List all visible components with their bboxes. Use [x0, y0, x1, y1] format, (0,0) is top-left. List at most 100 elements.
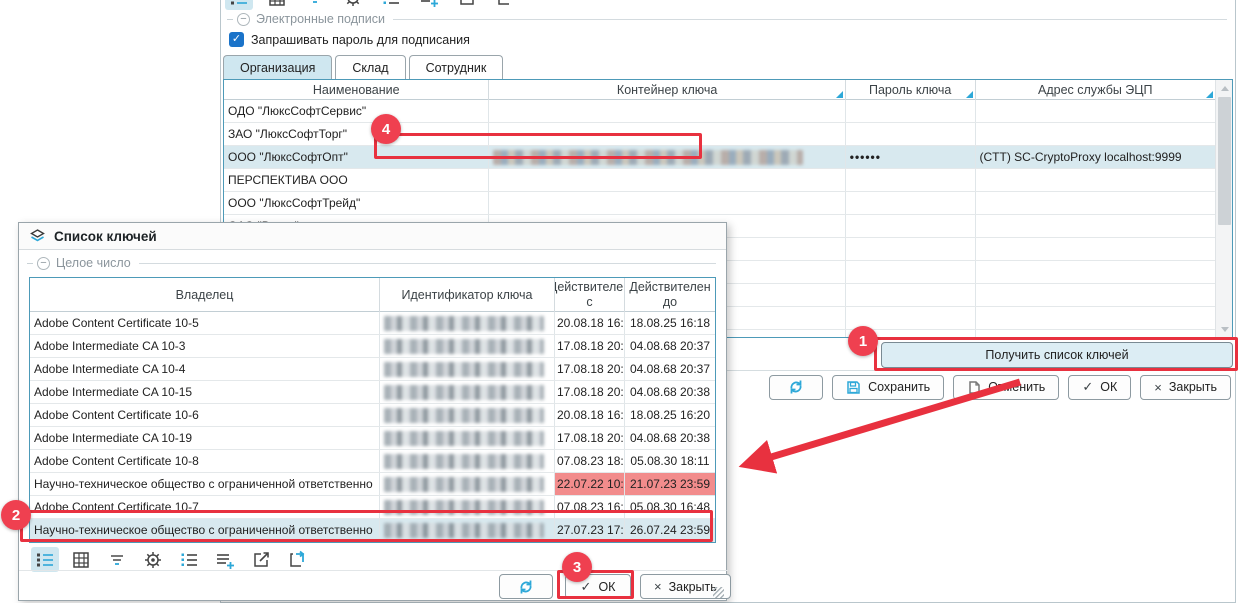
reload-icon[interactable] [283, 547, 311, 572]
vertical-scrollbar[interactable] [1215, 80, 1232, 337]
owner-cell: Adobe Intermediate CA 10-4 [30, 358, 380, 380]
group-label: Электронные подписи [256, 12, 385, 26]
dialog-toolbar [31, 547, 311, 572]
org-name: ПЕРСПЕКТИВА ООО [224, 169, 489, 191]
owner-cell: Adobe Content Certificate 10-8 [30, 450, 380, 472]
esign-address-cell: (CTT) SC-CryptoProxy localhost:9999 [976, 146, 1216, 168]
key-row[interactable]: Adobe Content Certificate 10-6 20.08.18 … [30, 404, 715, 427]
owner-cell: Adobe Intermediate CA 10-15 [30, 381, 380, 403]
collapse-icon[interactable]: − [37, 257, 50, 270]
key-row[interactable]: Adobe Intermediate CA 10-4 17.08.18 20:3… [30, 358, 715, 381]
key-id-cell [380, 404, 555, 426]
key-password-cell: •••••• [846, 146, 976, 168]
filter-icon[interactable] [103, 547, 131, 572]
key-id-cell [380, 473, 555, 495]
tab-bar: Организация Склад Сотрудник [223, 55, 503, 79]
valid-from-cell: 07.08.23 18:11 [555, 450, 625, 472]
add-row-icon[interactable] [415, 0, 443, 10]
reload-icon[interactable] [491, 0, 519, 10]
ok-button[interactable]: ✓ОК [1068, 375, 1131, 400]
close-button[interactable]: ×Закрыть [1140, 375, 1231, 400]
layers-icon [29, 228, 46, 244]
highlight-rect-selected-key-row [20, 510, 713, 542]
col-header-address[interactable]: Адрес службы ЭЦП [976, 80, 1216, 100]
col-header-container[interactable]: Контейнер ключа [489, 80, 845, 100]
settings-gear-icon[interactable] [139, 547, 167, 572]
checkbox-checked-icon[interactable]: ✓ [229, 32, 244, 47]
tab-employee[interactable]: Сотрудник [409, 55, 504, 79]
col-header-valid-from[interactable]: Действителен с [555, 278, 625, 312]
org-name: ОДО "ЛюксСофтСервис" [224, 100, 489, 122]
list-view-icon[interactable] [31, 547, 59, 572]
valid-from-cell: 17.08.18 20:37 [555, 335, 625, 357]
checkbox-label: Запрашивать пароль для подписания [251, 33, 470, 47]
valid-to-cell: 04.08.68 20:38 [625, 427, 715, 449]
col-header-valid-to[interactable]: Действителен до [625, 278, 715, 312]
grid-view-icon[interactable] [263, 0, 291, 10]
callout-2: 2 [1, 500, 31, 530]
collapse-icon[interactable]: − [237, 13, 250, 26]
screenshot-root: − Электронные подписи ✓ Запрашивать паро… [0, 0, 1240, 603]
valid-to-cell: 05.08.30 18:11 [625, 450, 715, 472]
valid-from-cell: 17.08.18 20:38 [555, 427, 625, 449]
owner-cell: Adobe Intermediate CA 10-3 [30, 335, 380, 357]
col-header-name[interactable]: Наименование [224, 80, 489, 100]
table-row[interactable]: ПЕРСПЕКТИВА ООО [224, 169, 1215, 192]
key-id-cell [380, 312, 555, 334]
tab-organization[interactable]: Организация [223, 55, 332, 79]
valid-to-cell: 18.08.25 16:18 [625, 312, 715, 334]
key-id-cell [380, 427, 555, 449]
tab-warehouse[interactable]: Склад [335, 55, 405, 79]
table-row[interactable]: ООО "ЛюксСофтТрейд" [224, 192, 1215, 215]
list-view-icon[interactable] [225, 0, 253, 10]
valid-to-cell: 04.08.68 20:37 [625, 358, 715, 380]
keys-table: Владелец Идентификатор ключа Действителе… [29, 277, 716, 543]
sort-icon [1206, 91, 1213, 98]
dialog-refresh-button[interactable] [499, 574, 553, 599]
add-row-icon[interactable] [211, 547, 239, 572]
scroll-down-arrow[interactable] [1216, 321, 1233, 337]
open-external-icon[interactable] [247, 547, 275, 572]
table-row-selected[interactable]: ООО "ЛюксСофтОпт" •••••• (CTT) SC-Crypto… [224, 146, 1215, 169]
highlight-rect-get-keys [874, 337, 1238, 371]
scrollbar-thumb[interactable] [1218, 97, 1231, 225]
org-name: ООО "ЛюксСофтТрейд" [224, 192, 489, 214]
annotation-arrow [720, 372, 1030, 477]
grid-view-icon[interactable] [67, 547, 95, 572]
key-row[interactable]: Adobe Content Certificate 10-5 20.08.18 … [30, 312, 715, 335]
owner-cell: Научно-техническое общество с ограниченн… [30, 473, 380, 495]
key-row[interactable]: Adobe Intermediate CA 10-3 17.08.18 20:3… [30, 335, 715, 358]
resize-grip[interactable] [713, 587, 724, 598]
valid-from-cell: 17.08.18 20:38 [555, 381, 625, 403]
numbered-list-icon[interactable] [175, 547, 203, 572]
col-header-password[interactable]: Пароль ключа [846, 80, 976, 100]
col-header-key-id[interactable]: Идентификатор ключа [380, 278, 555, 312]
dialog-titlebar[interactable]: Список ключей [19, 223, 726, 250]
col-header-owner[interactable]: Владелец [30, 278, 380, 312]
valid-to-cell: 04.08.68 20:38 [625, 381, 715, 403]
close-icon: × [654, 579, 662, 594]
open-external-icon[interactable] [453, 0, 481, 10]
numbered-list-icon[interactable] [377, 0, 405, 10]
refresh-icon [518, 579, 534, 595]
valid-to-cell: 04.08.68 20:37 [625, 335, 715, 357]
key-row[interactable]: Adobe Intermediate CA 10-15 17.08.18 20:… [30, 381, 715, 404]
highlight-rect-key-container [374, 133, 702, 159]
integer-group-header: − Целое число [27, 256, 716, 270]
key-row-expired[interactable]: Научно-техническое общество с ограниченн… [30, 473, 715, 496]
signatures-group-header: − Электронные подписи [227, 12, 1227, 26]
settings-gear-icon[interactable] [339, 0, 367, 10]
top-toolbar-clipped [225, 0, 645, 10]
close-icon: × [1154, 380, 1162, 395]
sort-icon [836, 91, 843, 98]
key-row[interactable]: Adobe Intermediate CA 10-19 17.08.18 20:… [30, 427, 715, 450]
scroll-up-arrow[interactable] [1216, 80, 1233, 96]
group-label: Целое число [56, 256, 131, 270]
key-id-cell [380, 381, 555, 403]
callout-4: 4 [371, 114, 401, 144]
filter-icon[interactable] [301, 0, 329, 10]
owner-cell: Adobe Content Certificate 10-6 [30, 404, 380, 426]
key-row[interactable]: Adobe Content Certificate 10-8 07.08.23 … [30, 450, 715, 473]
check-icon: ✓ [1082, 379, 1093, 395]
valid-from-cell: 17.08.18 20:37 [555, 358, 625, 380]
